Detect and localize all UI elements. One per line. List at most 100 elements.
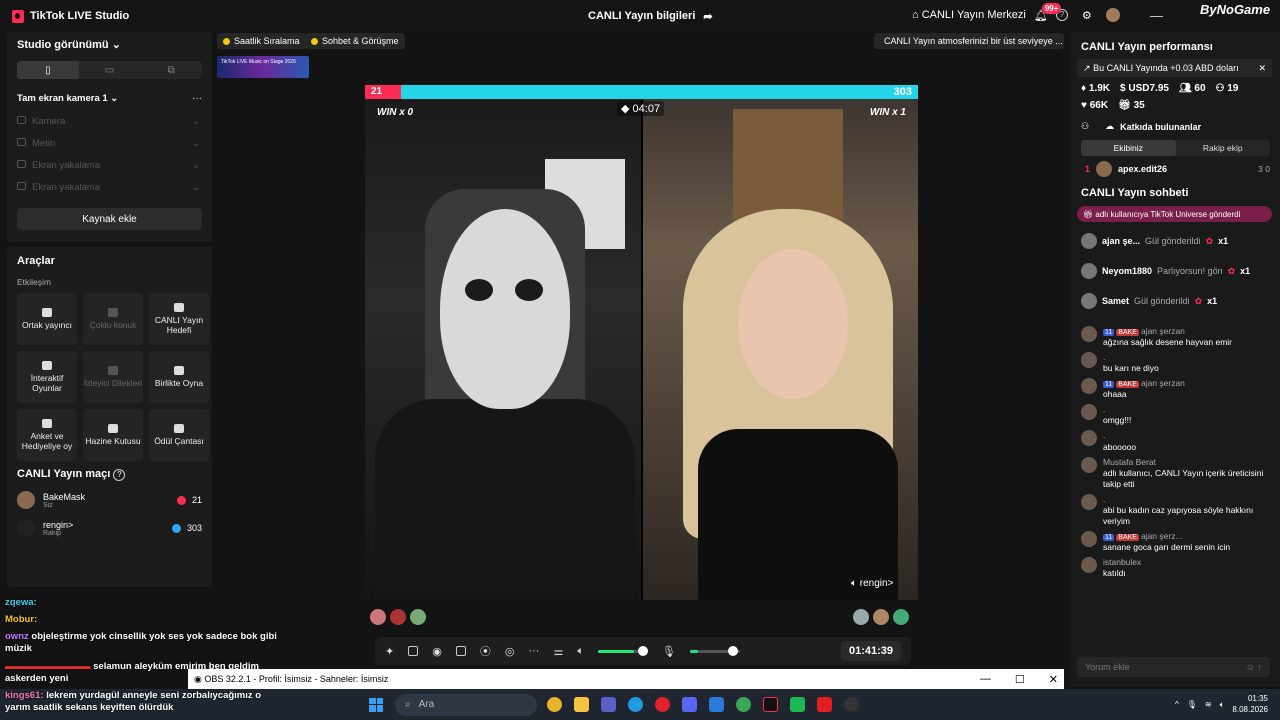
send-icon[interactable]: ↑ [1258, 662, 1263, 672]
close-icon[interactable]: ✕ [1258, 63, 1266, 74]
minimize-button[interactable]: — [980, 673, 991, 686]
match-player-row[interactable]: BakeMask Siz 21 [17, 491, 202, 509]
event-banner[interactable]: TikTok LIVE Music on Stage 2026 [217, 56, 309, 78]
landscape-icon[interactable]: ▭ [79, 61, 141, 79]
volume-icon[interactable]: 🔈︎ [577, 645, 584, 658]
gift-row[interactable]: ajan şe... Gül gönderildi ✿ x1 [1081, 230, 1272, 252]
screen-icon [17, 159, 26, 168]
effects-icon[interactable]: ✦ [385, 645, 394, 658]
chrome-icon[interactable] [736, 697, 751, 712]
obs-icon[interactable] [844, 697, 859, 712]
settings-icon[interactable]: ⚙ [1082, 9, 1092, 22]
gift-row[interactable]: Samet Gül gönderildi ✿ x1 [1081, 290, 1272, 312]
tab-our-team[interactable]: Ekibiniz [1081, 140, 1176, 156]
orientation-toggle[interactable]: ▯ ▭ ⧉ [17, 61, 202, 79]
tool-tile[interactable]: Hazine Kutusu [83, 409, 143, 461]
windows-start-icon[interactable] [369, 697, 383, 712]
mail-icon[interactable] [709, 697, 724, 712]
chevron-up-icon[interactable]: ^ [1175, 700, 1179, 709]
tool-tile[interactable]: İzleyici Dilekleri [83, 351, 143, 403]
close-button[interactable]: ✕ [1049, 673, 1058, 686]
obs-window-bar[interactable]: ◉ OBS 32.2.1 - Profil: İsimsiz - Sahnele… [188, 669, 1064, 689]
chat-message[interactable]: 11 BAKE ajan şerzan ağzına sağlık desene ha… [1081, 326, 1272, 348]
clock[interactable]: 01:35 8.08.2026 [1232, 694, 1268, 715]
record-icon[interactable]: ⦿ [480, 643, 491, 659]
chat-message[interactable]: . abooooo [1081, 430, 1272, 452]
mixer-icon[interactable]: ⚌ [553, 645, 563, 658]
contributor-row[interactable]: 1 apex.edit26 3 0 [1085, 161, 1270, 177]
tab-rival-team[interactable]: Rakip ekip [1176, 140, 1271, 156]
tool-tile[interactable]: Birlikte Oyna [149, 351, 209, 403]
chat-message[interactable]: 11 BAKE ajan şerz... sanane goca garı dermi… [1081, 530, 1272, 553]
tool-tile[interactable]: Çoklu konuk [83, 293, 143, 345]
tool-tile[interactable]: İnteraktif Oyunlar [17, 351, 77, 403]
taskbar-search[interactable]: ⌕ Ara [395, 693, 537, 716]
guest-label[interactable]: 🔈︎ rengin> [851, 578, 893, 589]
layout-icon[interactable] [408, 646, 419, 656]
mic-knob[interactable] [727, 645, 738, 656]
source-item[interactable]: Ekran yakalama ⌄ [17, 154, 202, 176]
chat-message[interactable]: . omgg!!! [1081, 404, 1272, 426]
avatar[interactable] [853, 609, 869, 625]
avatar[interactable] [390, 609, 406, 625]
live-center-button[interactable]: ⌂ CANLI Yayın Merkezi [912, 9, 1026, 21]
opera-icon[interactable] [655, 697, 670, 712]
avatar[interactable] [873, 609, 889, 625]
chat-message[interactable]: . bu karı ne diyo [1081, 352, 1272, 374]
income-banner[interactable]: ↗ Bu CANLI Yayında +0.03 ABD doları ✕ [1077, 59, 1272, 77]
match-player-row[interactable]: rengin> Rakip 303 [17, 519, 202, 537]
notification-button[interactable]: 🔔︎ 99+ [1034, 2, 1062, 22]
maximize-button[interactable]: ☐ [1015, 673, 1025, 686]
chrome-icon[interactable] [547, 697, 562, 712]
source-item[interactable]: Ekran yakalama ⌄ [17, 176, 202, 198]
youtube-icon[interactable] [817, 697, 832, 712]
explorer-icon[interactable] [574, 697, 589, 712]
edge-icon[interactable] [628, 697, 643, 712]
help-icon[interactable]: ? [113, 469, 126, 481]
live-info-button[interactable]: CANLI Yayın bilgileri ➦ [588, 10, 713, 23]
volume-icon[interactable]: 🔈︎ [1220, 700, 1225, 710]
tool-tile[interactable]: CANLI Yayın Hedefi [149, 293, 209, 345]
minimize-button[interactable]: — [1150, 8, 1163, 23]
scene-title[interactable]: Tam ekran kamera 1 ⌄ [17, 93, 118, 104]
camera-icon[interactable]: ◎ [505, 645, 515, 658]
dual-icon[interactable]: ⧉ [140, 61, 202, 79]
chat-message[interactable]: istanbulex katıldı [1081, 556, 1272, 579]
teams-icon[interactable] [601, 697, 616, 712]
comment-input[interactable]: Yorum ekle ☺ ↑ [1077, 657, 1270, 677]
mic-icon[interactable]: 🎙︎ [1187, 700, 1197, 709]
portrait-icon[interactable]: ▯ [17, 61, 79, 79]
app-icon[interactable] [790, 697, 805, 712]
mic-slider[interactable] [689, 645, 740, 656]
wifi-icon[interactable]: ≋ [1205, 700, 1212, 709]
tiktok-icon[interactable] [763, 697, 778, 712]
chat-message[interactable]: 11 BAKE ajan şerzan ohaaa [1081, 378, 1272, 400]
tip-chip[interactable]: CANLI Yayın atmosferinizi bir üst seviye… [874, 33, 1064, 49]
discord-icon[interactable] [682, 697, 697, 712]
avatar[interactable] [410, 609, 426, 625]
chat-call-chip[interactable]: Sohbet & Görüşme [305, 33, 405, 49]
emoji-icon[interactable]: ☺ [1246, 662, 1255, 672]
contributors-button[interactable]: ⚇ ☁ Katkıda bulunanlar [1071, 121, 1280, 132]
volume-slider[interactable] [597, 645, 648, 656]
source-item[interactable]: Kamera ⌄ [17, 110, 202, 132]
chat-message[interactable]: Mustafa Berat adlı kullanıcı, CANLI Yayın… [1081, 456, 1272, 490]
ai-icon[interactable]: ◉ [432, 645, 442, 658]
screen-icon[interactable] [455, 646, 466, 656]
more-icon[interactable]: ··· [192, 93, 202, 104]
mic-icon[interactable]: 🎙︎ [662, 645, 676, 658]
avatar[interactable] [893, 609, 909, 625]
source-item[interactable]: Metin ⌄ [17, 132, 202, 154]
more-icon[interactable]: ··· [528, 645, 539, 657]
hourly-ranking-chip[interactable]: Saatlik Sıralama [217, 33, 306, 49]
tool-tile[interactable]: Ortak yayıncı [17, 293, 77, 345]
avatar[interactable] [1105, 8, 1120, 22]
studio-view-title[interactable]: Studio görünümü ⌄ [17, 38, 121, 51]
gift-row[interactable]: Neyom1880 Parlıyorsun! gön ✿ x1 [1081, 260, 1272, 282]
tool-tile[interactable]: Ödül Çantası [149, 409, 209, 461]
avatar[interactable] [370, 609, 386, 625]
tool-tile[interactable]: Anket ve Hediyeliye oy [17, 409, 77, 461]
volume-knob[interactable] [637, 645, 648, 656]
chat-message[interactable]: . abi bu kadın caz yapıyosa söyle hakkını… [1081, 493, 1272, 527]
add-source-button[interactable]: Kaynak ekle [17, 208, 202, 230]
